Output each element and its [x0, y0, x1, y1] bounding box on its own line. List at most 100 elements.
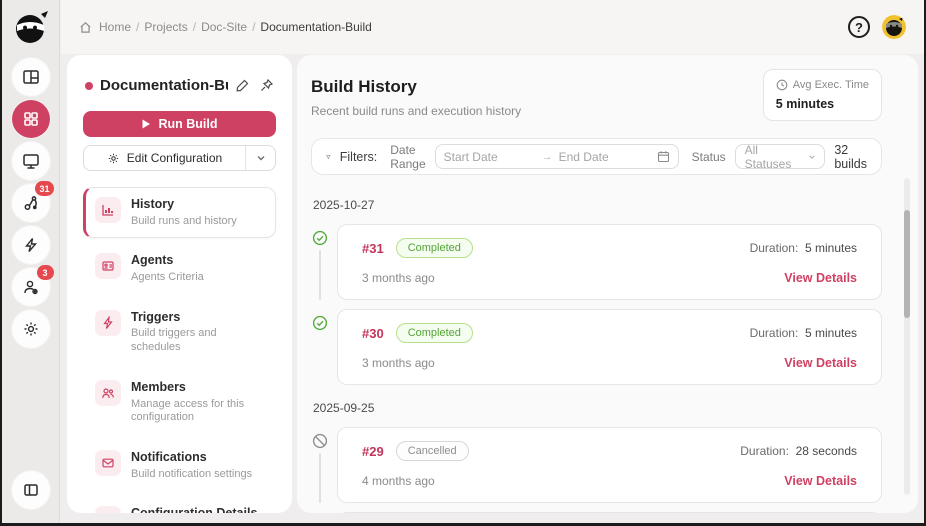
- nav-label: History: [131, 197, 175, 211]
- configuration-nav: History Build runs and history Agents Ag…: [83, 187, 276, 513]
- build-duration: Duration: 5 minutes: [749, 326, 857, 340]
- status-badge: Cancelled: [395, 441, 469, 461]
- build-row: #31 Completed Duration: 5 minutes 3 mont…: [311, 224, 882, 300]
- edit-pencil-icon[interactable]: [235, 78, 250, 93]
- group-date: 2025-10-27: [313, 198, 375, 212]
- projects-grid-icon[interactable]: [11, 100, 50, 138]
- build-timeline: 2025-10-27 #31 Completed Duration: 5 min…: [311, 198, 882, 513]
- nav-item-configuration-details[interactable]: Configuration Details Configuration and …: [83, 496, 276, 513]
- build-card[interactable]: #29 Cancelled Duration: 28 seconds 4 mon…: [337, 427, 882, 503]
- avg-exec-label: Avg Exec. Time: [792, 79, 869, 91]
- nav-desc: Build triggers and schedules: [131, 327, 217, 354]
- group-date: 2025-09-25: [313, 401, 375, 415]
- nav-label: Agents: [131, 253, 174, 268]
- check-circle-icon: [312, 315, 328, 331]
- filters-label: Filters:: [339, 149, 378, 164]
- build-card[interactable]: #28 Cancelled Duration: 28 seconds 4 mon…: [337, 512, 882, 513]
- edit-configuration-split-button: Edit Configuration: [83, 145, 276, 171]
- breadcrumb-projects[interactable]: Projects: [144, 20, 187, 34]
- nav-label: Configuration Details: [131, 506, 266, 513]
- build-row: #28 Cancelled Duration: 28 seconds 4 mon…: [311, 512, 882, 513]
- build-card[interactable]: #30 Completed Duration: 5 minutes 3 mont…: [337, 309, 882, 385]
- build-number[interactable]: #29: [362, 444, 384, 459]
- home-icon: [79, 21, 92, 34]
- breadcrumb-separator: /: [136, 20, 140, 34]
- build-time-ago: 3 months ago: [362, 356, 435, 370]
- nav-desc: Build runs and history: [131, 214, 237, 227]
- vertical-scrollbar[interactable]: [904, 178, 910, 495]
- nav-item-agents[interactable]: Agents Agents Criteria: [83, 243, 276, 294]
- check-circle-icon: [312, 230, 328, 246]
- user-settings-icon[interactable]: 3: [11, 265, 54, 306]
- nav-label: Members: [131, 379, 186, 394]
- end-date-input[interactable]: [558, 149, 651, 164]
- nav-item-history[interactable]: History Build runs and history: [83, 187, 276, 239]
- status-badge: Completed: [395, 238, 473, 258]
- build-duration: Duration: 28 seconds: [740, 444, 857, 458]
- nav-desc: Build notification settings: [131, 467, 253, 480]
- help-button[interactable]: ?: [848, 16, 870, 38]
- dashboard-icon[interactable]: [11, 58, 50, 96]
- page-subtitle: Recent build runs and execution history: [311, 104, 522, 118]
- collapse-panel-icon[interactable]: [11, 471, 50, 509]
- run-build-button[interactable]: Run Build: [83, 111, 276, 137]
- nav-item-members[interactable]: Members Manage access for this configura…: [83, 370, 276, 435]
- ninja-logo-icon[interactable]: [11, 8, 51, 48]
- nav-item-notifications[interactable]: Notifications Build notification setting…: [83, 440, 276, 491]
- pin-icon[interactable]: [259, 78, 274, 93]
- status-select[interactable]: All Statuses: [734, 143, 826, 171]
- run-build-label: Run Build: [158, 117, 218, 131]
- gear-icon: [108, 153, 118, 163]
- avg-exec-value: 5 minutes: [775, 97, 835, 111]
- agents-card-icon: [95, 253, 121, 280]
- status-badge: Completed: [395, 323, 473, 343]
- breadcrumb-current: Documentation-Build: [260, 20, 372, 34]
- notifications-mail-icon: [95, 450, 121, 476]
- build-time-ago: 3 months ago: [362, 271, 435, 285]
- breadcrumb-doc-site[interactable]: Doc-Site: [201, 20, 247, 34]
- breadcrumb-separator: /: [192, 20, 197, 34]
- configuration-title: Documentation-Bu...: [100, 77, 228, 94]
- breadcrumb-home[interactable]: Home: [99, 20, 131, 34]
- status-dot: [85, 81, 93, 90]
- scrollbar-thumb[interactable]: [904, 210, 910, 318]
- date-range-arrow: →: [541, 150, 553, 163]
- lightning-icon[interactable]: [11, 226, 50, 264]
- avg-exec-time-card: Avg Exec. Time 5 minutes: [762, 69, 882, 121]
- nav-item-triggers[interactable]: Triggers Build triggers and schedules: [83, 300, 276, 365]
- build-card[interactable]: #31 Completed Duration: 5 minutes 3 mont…: [337, 224, 882, 300]
- chevron-down-icon: [808, 155, 815, 159]
- status-label: Status: [691, 149, 726, 164]
- edit-configuration-dropdown[interactable]: [245, 146, 275, 170]
- build-duration: Duration: 5 minutes: [749, 241, 857, 255]
- play-icon: [142, 119, 151, 129]
- build-time-ago: 4 months ago: [362, 474, 435, 488]
- build-history-panel: Build History Recent build runs and exec…: [297, 55, 918, 513]
- avatar[interactable]: [882, 15, 906, 39]
- filter-funnel-icon: [326, 154, 331, 159]
- history-chart-icon: [95, 197, 121, 223]
- view-details-link[interactable]: View Details: [784, 474, 857, 488]
- members-badge: 3: [36, 265, 54, 280]
- settings-gear-icon[interactable]: [11, 310, 50, 348]
- triggers-bolt-icon: [95, 309, 121, 336]
- build-number[interactable]: #30: [362, 326, 384, 341]
- page-title: Build History: [311, 77, 417, 96]
- edit-configuration-button[interactable]: Edit Configuration: [84, 146, 245, 170]
- start-date-input[interactable]: [443, 149, 536, 164]
- webhook-badge: 31: [35, 181, 54, 196]
- breadcrumb-separator: /: [252, 20, 256, 34]
- nav-label: Triggers: [131, 309, 181, 324]
- clock-icon: [776, 79, 788, 91]
- monitor-icon[interactable]: [11, 142, 50, 180]
- view-details-link[interactable]: View Details: [784, 271, 857, 285]
- nav-label: Notifications: [131, 450, 207, 464]
- date-range-picker[interactable]: →: [434, 144, 679, 169]
- date-range-label: Date Range: [390, 142, 426, 171]
- webhook-icon[interactable]: 31: [11, 181, 54, 222]
- view-details-link[interactable]: View Details: [784, 356, 857, 370]
- calendar-icon[interactable]: [657, 150, 670, 163]
- nav-desc: Agents Criteria: [131, 271, 204, 283]
- icon-rail: 31 3: [2, 0, 60, 523]
- build-number[interactable]: #31: [362, 241, 384, 256]
